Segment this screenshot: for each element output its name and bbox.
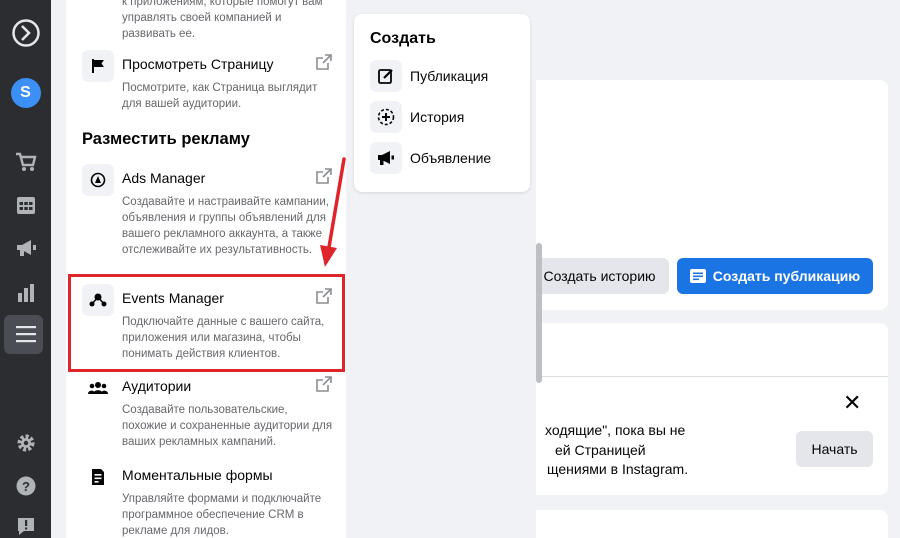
external-link-icon — [316, 376, 332, 392]
ads-section-heading: Разместить рекламу — [82, 130, 250, 148]
help-icon[interactable]: ? — [0, 474, 51, 498]
bottom-card — [520, 510, 888, 538]
nav-rail: S ? — [0, 0, 51, 538]
create-post-button[interactable]: Создать публикацию — [677, 258, 873, 294]
external-link-icon — [316, 54, 332, 70]
create-story-label: Создать историю — [543, 268, 656, 284]
avatar[interactable]: S — [0, 76, 51, 110]
menu-item-desc: Посмотрите, как Страница выглядит для ва… — [122, 82, 318, 110]
create-item-label: Публикация — [410, 68, 489, 84]
create-heading: Создать — [370, 30, 436, 47]
top-item-desc: к приложениям, которые помогут вам управ… — [122, 0, 323, 40]
story-plus-icon — [370, 101, 402, 133]
menu-item-instant-forms[interactable]: Моментальные формы Управляйте формами и … — [82, 461, 334, 538]
create-post-label: Создать публикацию — [712, 268, 861, 284]
ads-manager-icon — [82, 164, 114, 196]
notice-line-2: ей Страницей — [555, 442, 646, 458]
audiences-icon — [82, 372, 114, 404]
gear-icon[interactable] — [0, 431, 51, 455]
notice-line-3: щениями в Instagram. — [547, 461, 689, 477]
highlight-box — [68, 274, 345, 372]
menu-item-ads-manager[interactable]: Ads Manager Создавайте и настраивайте ка… — [82, 164, 334, 272]
menu-item-title: Аудитории — [122, 378, 192, 394]
menu-item-title: Просмотреть Страницу — [122, 56, 274, 72]
menu-item-audiences[interactable]: Аудитории Создавайте пользовательские, п… — [82, 372, 334, 452]
form-icon — [82, 461, 114, 493]
svg-text:?: ? — [22, 479, 30, 494]
create-story-button[interactable]: Создать историю — [530, 258, 669, 294]
red-arrow-annotation — [320, 157, 346, 267]
close-icon[interactable]: ✕ — [843, 390, 861, 416]
megaphone-icon — [370, 142, 402, 174]
scrollbar-thumb[interactable] — [536, 243, 542, 383]
avatar-letter: S — [10, 78, 41, 108]
menu-item-desc: Создавайте и настраивайте кампании, объя… — [122, 196, 329, 256]
menu-item-desc: Управляйте формами и подключайте програм… — [122, 493, 322, 537]
flag-icon — [82, 50, 114, 82]
menu-item-view-page[interactable]: Просмотреть Страницу Посмотрите, как Стр… — [82, 50, 334, 112]
post-icon — [689, 269, 706, 283]
menu-icon[interactable] — [0, 322, 51, 346]
megaphone-icon[interactable] — [0, 236, 51, 260]
logo-icon[interactable] — [0, 16, 51, 50]
menu-item-title: Ads Manager — [122, 170, 206, 186]
create-item-label: История — [410, 109, 465, 125]
menu-item-desc: Создавайте пользовательские, похожие и с… — [122, 404, 333, 448]
divider — [520, 376, 888, 377]
calendar-icon[interactable] — [0, 193, 51, 217]
create-story-item[interactable]: История — [370, 101, 520, 133]
start-label: Начать — [811, 441, 858, 457]
edit-icon — [370, 60, 402, 92]
create-ad-item[interactable]: Объявление — [370, 142, 520, 174]
chart-icon[interactable] — [0, 281, 51, 305]
start-button[interactable]: Начать — [796, 431, 873, 467]
create-card: Создать Публикация История Объявление — [354, 14, 530, 192]
create-post-item[interactable]: Публикация — [370, 60, 520, 92]
notice-line-1: ходящие", пока вы не — [545, 422, 686, 438]
report-icon[interactable] — [0, 517, 51, 537]
shop-icon[interactable] — [0, 150, 51, 174]
create-item-label: Объявление — [410, 150, 492, 166]
menu-item-title: Моментальные формы — [122, 467, 273, 483]
